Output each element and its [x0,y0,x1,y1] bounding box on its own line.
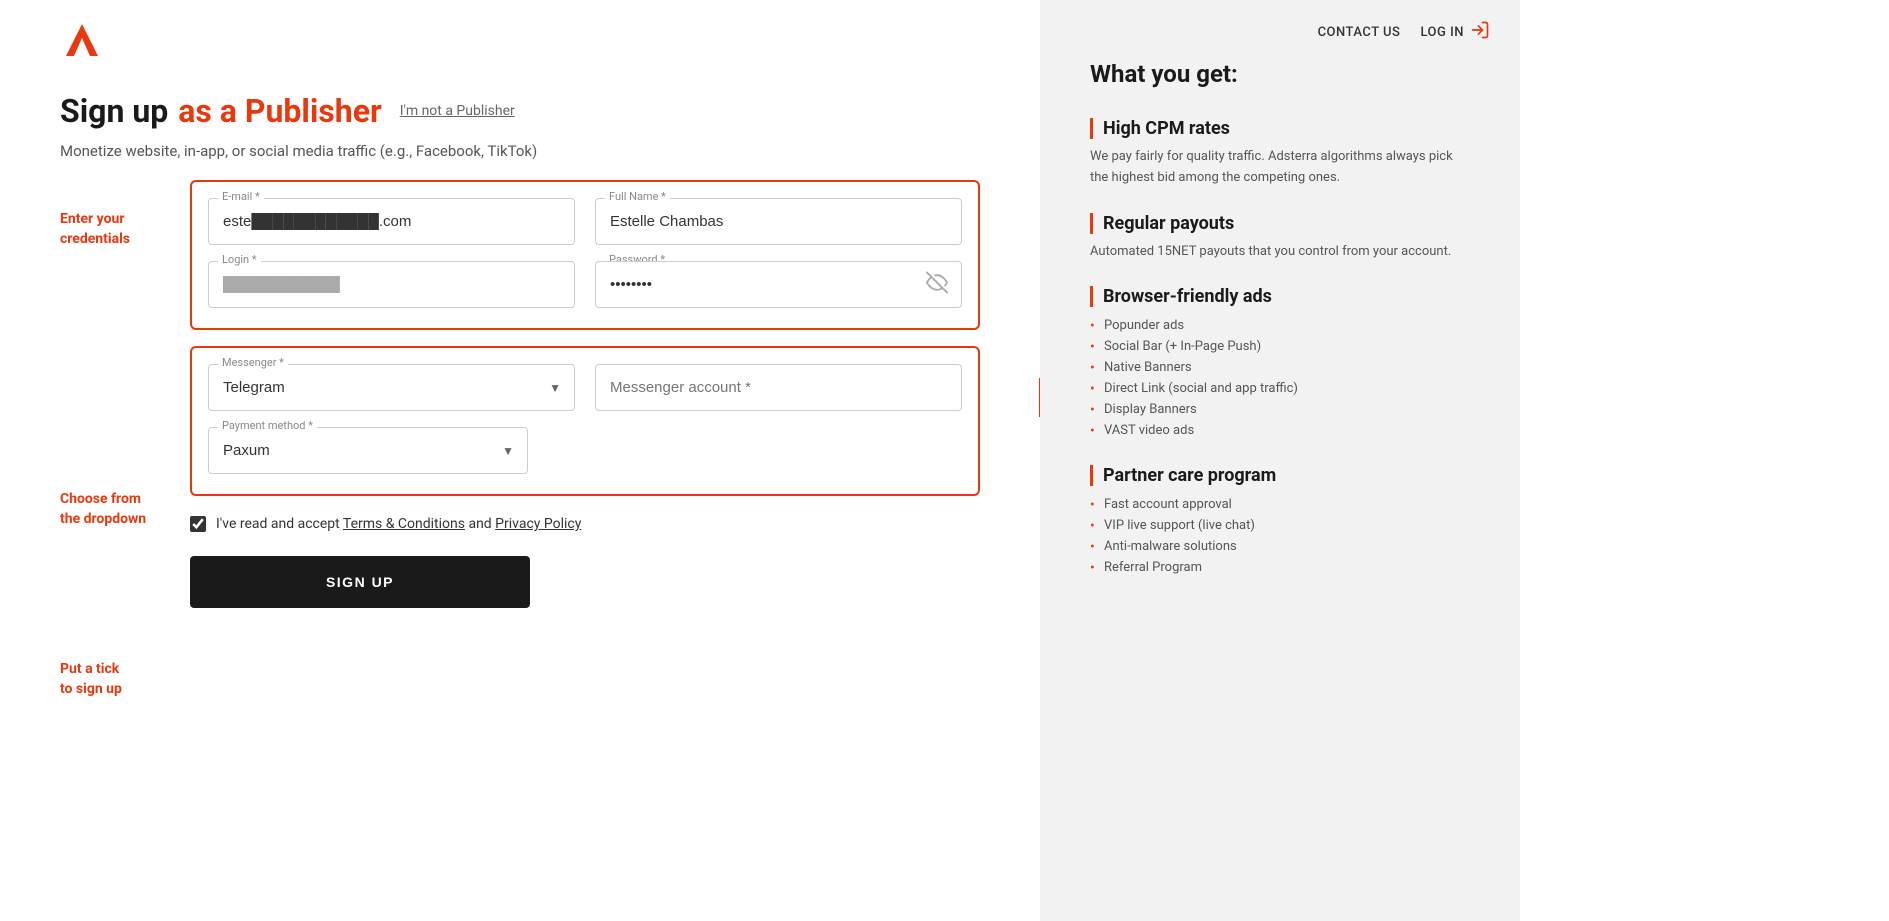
benefit-ads-list: Popunder ads Social Bar (+ In-Page Push)… [1090,315,1470,441]
fullname-label: Full Name * [605,190,670,203]
terms-label[interactable]: I've read and accept Terms & Conditions … [216,516,581,532]
terms-checkbox-row: I've read and accept Terms & Conditions … [190,516,980,532]
list-item: Display Banners [1090,399,1470,420]
checkbox-text-before: I've read and accept [216,516,343,532]
login-icon [1470,20,1490,44]
messenger-select-wrapper: Messenger * Telegram Skype WhatsApp Disc… [208,364,575,411]
messenger-section: Enter youraccount name Messenger * Teleg… [190,346,980,496]
fullname-input[interactable] [595,198,962,245]
messenger-select[interactable]: Telegram Skype WhatsApp Discord [208,364,575,411]
payment-label: Payment method * [218,419,317,432]
email-field-wrapper: E-mail * [208,198,575,245]
terms-checkbox[interactable] [190,516,206,532]
benefit-payouts-text: Automated 15NET payouts that you control… [1090,242,1470,263]
login-label: Login * [218,253,261,266]
benefit-cpm-text: We pay fairly for quality traffic. Adste… [1090,147,1470,189]
signup-button[interactable]: SIGN UP [190,556,530,608]
top-nav: CONTACT US LOG IN [1318,20,1490,44]
password-input[interactable] [595,261,962,308]
benefit-partner: Partner care program Fast account approv… [1090,465,1470,578]
benefit-cpm-title: High CPM rates [1090,118,1470,139]
benefit-ads-title: Browser-friendly ads [1090,286,1470,307]
list-item: VAST video ads [1090,420,1470,441]
messenger-account-input[interactable] [595,364,962,411]
email-input[interactable] [208,198,575,245]
list-item: Anti-malware solutions [1090,536,1470,557]
annotation-dropdown: Choose fromthe dropdown [60,490,146,529]
title-red: as a Publisher [178,92,381,130]
benefit-cpm: High CPM rates We pay fairly for quality… [1090,118,1470,189]
credentials-section: E-mail * Full Name * Login * Pa [190,180,980,330]
list-item: VIP live support (live chat) [1090,515,1470,536]
not-publisher-link[interactable]: I'm not a Publisher [400,103,515,119]
payment-select-wrapper: Payment method * Paxum PayPal Wire Trans… [208,427,528,474]
list-item: Referral Program [1090,557,1470,578]
list-item: Native Banners [1090,357,1470,378]
benefit-ads: Browser-friendly ads Popunder ads Social… [1090,286,1470,441]
messenger-account-wrapper [595,364,962,411]
contact-us-link[interactable]: CONTACT US [1318,25,1401,40]
list-item: Fast account approval [1090,494,1470,515]
login-field-wrapper: Login * [208,261,575,308]
password-field-wrapper: Password * [595,261,962,308]
benefit-partner-title: Partner care program [1090,465,1470,486]
page-subtitle: Monetize website, in-app, or social medi… [60,142,980,160]
benefit-payouts-title: Regular payouts [1090,213,1470,234]
login-text: LOG IN [1420,25,1464,40]
sidebar: CONTACT US LOG IN What you get: High CPM… [1040,0,1520,921]
login-input[interactable] [208,261,575,308]
annotation-tick: Put a tickto sign up [60,660,122,699]
messenger-label: Messenger * [218,356,288,369]
list-item: Direct Link (social and app traffic) [1090,378,1470,399]
payment-select[interactable]: Paxum PayPal Wire Transfer Webmoney Bitc… [208,427,528,474]
annotation-credentials: Enter yourcredentials [60,210,130,249]
terms-link[interactable]: Terms & Conditions [343,516,465,532]
email-label: E-mail * [218,190,264,203]
what-you-get-title: What you get: [1090,60,1470,88]
login-link[interactable]: LOG IN [1420,20,1490,44]
list-item: Social Bar (+ In-Page Push) [1090,336,1470,357]
fullname-field-wrapper: Full Name * [595,198,962,245]
adsterra-logo[interactable] [60,18,104,62]
list-item: Popunder ads [1090,315,1470,336]
benefit-payouts: Regular payouts Automated 15NET payouts … [1090,213,1470,263]
checkbox-text-middle: and [465,516,495,532]
page-title-area: Sign up as a Publisher I'm not a Publish… [60,92,980,130]
privacy-link[interactable]: Privacy Policy [495,516,581,532]
eye-toggle-icon[interactable] [926,271,948,298]
benefit-partner-list: Fast account approval VIP live support (… [1090,494,1470,578]
title-black: Sign up [60,92,168,130]
